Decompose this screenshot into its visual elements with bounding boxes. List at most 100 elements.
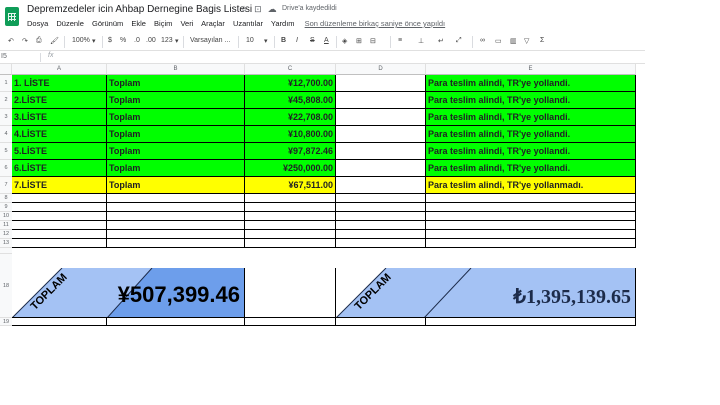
percent-format-button[interactable]: % (120, 37, 126, 44)
more-formats-button[interactable]: 123 (161, 37, 173, 44)
type-cell[interactable]: Toplam (107, 109, 245, 126)
row-header[interactable]: 9 (0, 203, 12, 212)
list-label-cell[interactable]: 1. LİSTE (12, 75, 107, 92)
empty-cell[interactable] (426, 203, 636, 212)
amount-cell[interactable]: ¥10,800.00 (245, 126, 336, 143)
increase-decimal-button[interactable]: .00 (146, 37, 156, 44)
amount-cell[interactable]: ¥97,872.46 (245, 143, 336, 160)
text-wrap-icon[interactable]: ↵ (438, 37, 444, 45)
empty-cell[interactable] (245, 230, 336, 239)
total-yen-cell[interactable]: TOPLAM ¥507,399.46 (12, 268, 245, 318)
font-select[interactable]: Varsayılan ... (190, 37, 230, 44)
name-box[interactable]: I5 (1, 53, 7, 60)
type-cell[interactable]: Toplam (107, 177, 245, 194)
list-label-cell[interactable]: 5.LİSTE (12, 143, 107, 160)
decrease-decimal-button[interactable]: .0 (134, 37, 140, 44)
merge-cells-icon[interactable]: ⊟ (370, 37, 376, 45)
empty-cell[interactable] (336, 203, 426, 212)
empty-cell[interactable] (245, 203, 336, 212)
last-edit-link[interactable]: Son düzenleme birkaç saniye önce yapıldı (305, 19, 446, 28)
menu-tools[interactable]: Araçlar (201, 19, 225, 28)
redo-icon[interactable]: ↷ (22, 37, 28, 45)
list-label-cell[interactable]: 3.LİSTE (12, 109, 107, 126)
status-cell[interactable]: Para teslim alindi, TR'ye yollandi. (426, 160, 636, 177)
empty-cell[interactable] (336, 221, 426, 230)
filter-icon[interactable]: ▽ (524, 37, 529, 45)
row-header[interactable]: 19 (0, 318, 12, 326)
row-header[interactable]: 10 (0, 212, 12, 221)
empty-cell[interactable] (336, 318, 426, 326)
font-size-select[interactable]: 10 (246, 37, 254, 44)
menu-extensions[interactable]: Uzantılar (233, 19, 263, 28)
list-label-cell[interactable]: 4.LİSTE (12, 126, 107, 143)
print-icon[interactable]: ⎙ (36, 37, 42, 45)
empty-cell[interactable] (245, 239, 336, 248)
type-cell[interactable]: Toplam (107, 92, 245, 109)
empty-cell[interactable] (12, 230, 107, 239)
insert-comment-icon[interactable]: ▭ (495, 37, 502, 45)
menu-format[interactable]: Biçim (154, 19, 172, 28)
empty-cell[interactable] (336, 92, 426, 109)
status-cell[interactable]: Para teslim alindi, TR'ye yollandi. (426, 109, 636, 126)
column-header-d[interactable]: D (336, 64, 426, 75)
empty-cell[interactable] (12, 239, 107, 248)
list-label-cell[interactable]: 7.LİSTE (12, 177, 107, 194)
star-icon[interactable]: ☆ (240, 4, 248, 14)
empty-cell[interactable] (426, 221, 636, 230)
type-cell[interactable]: Toplam (107, 75, 245, 92)
row-header[interactable]: 11 (0, 221, 12, 230)
row-header[interactable]: 3 (0, 109, 12, 126)
move-folder-icon[interactable]: ⊡ (254, 4, 262, 14)
amount-cell[interactable]: ¥22,708.00 (245, 109, 336, 126)
select-all-corner[interactable] (0, 64, 12, 75)
empty-cell[interactable] (426, 194, 636, 203)
empty-cell[interactable] (107, 194, 245, 203)
empty-cell[interactable] (245, 318, 336, 326)
text-color-button[interactable]: A (324, 37, 329, 44)
empty-cell[interactable] (107, 203, 245, 212)
amount-cell[interactable]: ¥12,700.00 (245, 75, 336, 92)
empty-cell[interactable] (12, 318, 107, 326)
amount-cell[interactable]: ¥45,808.00 (245, 92, 336, 109)
align-horizontal-icon[interactable]: ≡ (398, 37, 402, 44)
type-cell[interactable]: Toplam (107, 126, 245, 143)
menu-help[interactable]: Yardım (271, 19, 295, 28)
strikethrough-button[interactable]: S (310, 37, 315, 44)
empty-cell[interactable] (107, 230, 245, 239)
row-header[interactable]: 7 (0, 177, 12, 194)
document-title[interactable]: Depremzedeler icin Ahbap Dernegine Bagis… (27, 4, 252, 15)
empty-cell[interactable] (336, 212, 426, 221)
text-rotate-icon[interactable]: ⤢ (456, 37, 462, 45)
empty-cell[interactable] (336, 109, 426, 126)
empty-cell[interactable] (245, 194, 336, 203)
empty-cell[interactable] (336, 126, 426, 143)
status-cell[interactable]: Para teslim alindi, TR'ye yollandi. (426, 75, 636, 92)
empty-cell[interactable] (245, 221, 336, 230)
row-header[interactable]: 12 (0, 230, 12, 239)
menu-file[interactable]: Dosya (27, 19, 48, 28)
empty-cell[interactable] (336, 177, 426, 194)
empty-cell[interactable] (336, 143, 426, 160)
empty-cell[interactable] (107, 221, 245, 230)
empty-cell[interactable] (12, 212, 107, 221)
bold-button[interactable]: B (281, 37, 286, 44)
row-header[interactable]: 18 (0, 254, 12, 318)
empty-cell[interactable] (336, 160, 426, 177)
borders-icon[interactable]: ⊞ (356, 37, 362, 45)
menu-view[interactable]: Görünüm (92, 19, 123, 28)
type-cell[interactable]: Toplam (107, 160, 245, 177)
empty-cell[interactable] (107, 239, 245, 248)
empty-cell[interactable] (107, 212, 245, 221)
menu-insert[interactable]: Ekle (131, 19, 146, 28)
column-header-a[interactable]: A (12, 64, 107, 75)
status-cell[interactable]: Para teslim alindi, TR'ye yollanmadı. (426, 177, 636, 194)
row-header[interactable]: 2 (0, 92, 12, 109)
row-header[interactable]: 1 (0, 75, 12, 92)
empty-cell[interactable] (12, 203, 107, 212)
row-header[interactable]: 8 (0, 194, 12, 203)
type-cell[interactable]: Toplam (107, 143, 245, 160)
empty-cell[interactable] (426, 318, 636, 326)
empty-cell[interactable] (336, 230, 426, 239)
amount-cell[interactable]: ¥67,511.00 (245, 177, 336, 194)
empty-cell[interactable] (426, 230, 636, 239)
